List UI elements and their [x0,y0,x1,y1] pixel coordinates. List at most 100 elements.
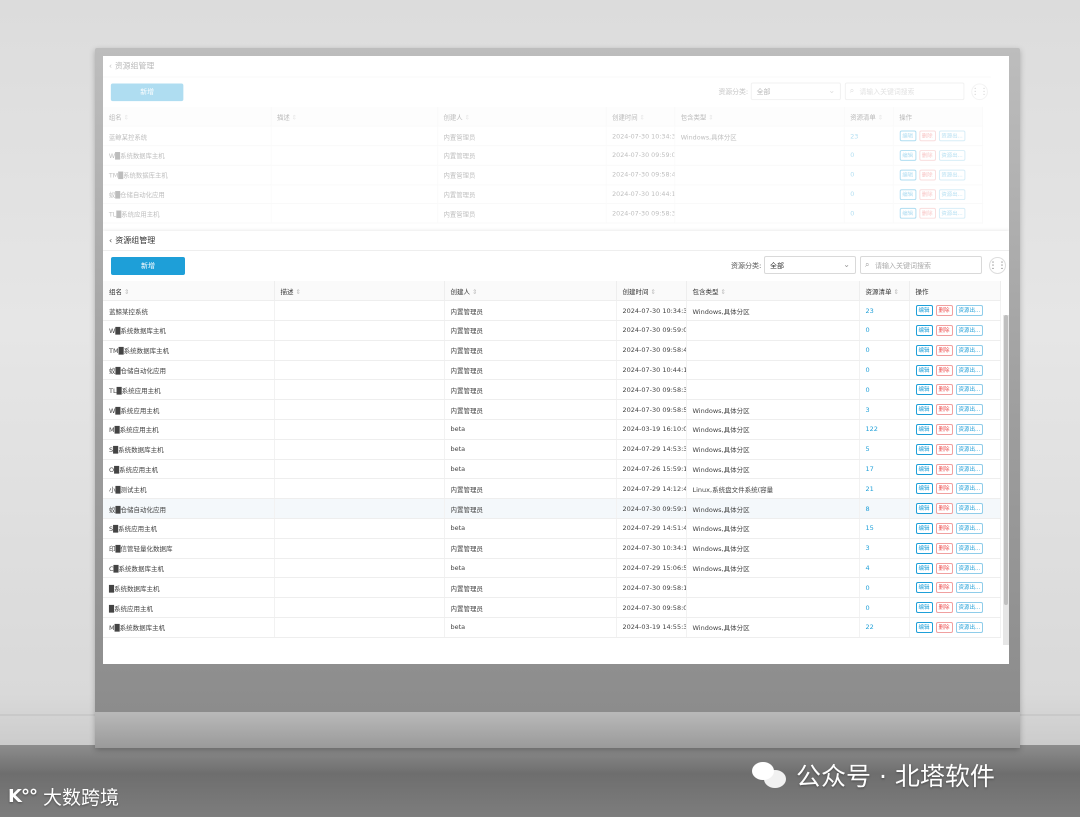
ghost-column-header[interactable]: 创建人 ⇕ [437,106,607,127]
scrollbar-thumb[interactable] [1004,315,1008,605]
edit-button[interactable]: 编辑 [915,602,933,614]
resource-list-button[interactable]: 资源出... [955,324,984,336]
edit-button[interactable]: 编辑 [915,582,933,594]
resource-list-button[interactable]: 资源出... [955,364,984,376]
edit-button[interactable]: 编辑 [915,483,933,495]
group-name: 小█测试主机 [103,478,275,500]
sort-icon[interactable]: ⇕ [721,288,726,296]
delete-button[interactable]: 删除 [935,324,953,336]
group-name: O█系统应用主机 [103,459,275,480]
delete-button[interactable]: 删除 [935,305,953,317]
actions-cell: 编辑 删除 资源出... [909,300,1001,322]
edit-button[interactable]: 编辑 [915,324,933,336]
actions-cell: 编辑 删除 资源出... [892,184,983,205]
created-time: 2024-07-30 09:58:57 [616,399,687,421]
edit-button[interactable]: 编辑 [915,463,933,475]
sort-icon[interactable]: ⇕ [296,288,301,296]
delete-button[interactable]: 删除 [935,602,953,614]
ghost-column-header[interactable]: 描述 ⇕ [270,106,438,127]
delete-button: 删除 [918,188,936,200]
delete-button[interactable]: 删除 [935,463,953,475]
edit-button[interactable]: 编辑 [915,305,933,317]
sort-icon[interactable]: ⇕ [465,113,470,121]
delete-button[interactable]: 删除 [935,562,953,574]
resource-list-button[interactable]: 资源出... [955,602,984,614]
description [274,617,445,638]
sort-icon[interactable]: ⇕ [894,288,899,296]
scrollbar[interactable] [1003,315,1009,645]
resource-list-button[interactable]: 资源出... [955,562,984,574]
created-time: 2024-07-30 09:58:05 [616,597,687,619]
creator: 内置管理员 [444,300,617,322]
ghost-column-header[interactable]: 组名 ⇕ [103,106,272,127]
included-type: Windows,具体分区 [686,459,860,480]
resource-list-button[interactable]: 资源出... [955,423,984,435]
resource-list-button[interactable]: 资源出... [955,384,984,396]
resource-list-button[interactable]: 资源出... [955,542,984,554]
back-chevron-icon[interactable]: ‹ [109,236,112,245]
resource-list-button[interactable]: 资源出... [955,621,984,633]
sort-icon[interactable]: ⇕ [124,113,129,121]
resource-list-button[interactable]: 资源出... [955,463,984,475]
sort-icon[interactable]: ⇕ [708,113,713,121]
column-settings-grid-icon[interactable]: ⋮⋮ [989,257,1007,274]
edit-button[interactable]: 编辑 [915,503,933,515]
delete-button[interactable]: 删除 [935,423,953,435]
add-button[interactable]: 新增 [111,257,185,275]
sort-icon[interactable]: ⇕ [124,288,129,296]
delete-button[interactable]: 删除 [935,542,953,554]
delete-button[interactable]: 删除 [935,582,953,594]
column-header[interactable]: 组名 ⇕ [103,281,275,302]
search-icon: ⌕ [865,260,870,269]
resource-list-button[interactable]: 资源出... [955,582,984,594]
resource-list-button[interactable]: 资源出... [955,344,984,356]
created-time: 2024-07-30 09:58:35 [616,379,687,401]
edit-button[interactable]: 编辑 [915,423,933,435]
delete-button[interactable]: 删除 [935,621,953,633]
column-header[interactable]: 创建时间 ⇕ [616,281,687,302]
included-type [674,165,845,186]
edit-button[interactable]: 编辑 [915,443,933,455]
delete-button[interactable]: 删除 [935,364,953,376]
edit-button[interactable]: 编辑 [915,404,933,416]
resource-list-button[interactable]: 资源出... [955,305,984,317]
table-row: 小█测试主机 内置管理员 2024-07-29 14:12:42 Linux,系统盘文… [103,478,1001,500]
edit-button[interactable]: 编辑 [915,384,933,396]
edit-button[interactable]: 编辑 [915,522,933,534]
edit-button[interactable]: 编辑 [915,364,933,376]
ghost-column-header[interactable]: 包含类型 ⇕ [674,106,845,127]
edit-button[interactable]: 编辑 [915,344,933,356]
sort-icon[interactable]: ⇕ [472,288,477,296]
created-time: 2024-07-30 10:34:38 [605,126,675,147]
edit-button[interactable]: 编辑 [915,562,933,574]
sort-icon[interactable]: ⇕ [878,113,883,121]
delete-button[interactable]: 删除 [935,404,953,416]
delete-button[interactable]: 删除 [935,344,953,356]
resource-list-button[interactable]: 资源出... [955,503,984,515]
delete-button[interactable]: 删除 [935,384,953,396]
search-input[interactable]: ⌕ 请输入关键词搜索 [860,256,982,274]
ghost-column-header[interactable]: 资源清单 ⇕ [843,106,894,127]
edit-button[interactable]: 编辑 [915,542,933,554]
resource-list-button[interactable]: 资源出... [955,443,984,455]
delete-button[interactable]: 删除 [935,443,953,455]
delete-button[interactable]: 删除 [935,503,953,515]
creator: beta [444,459,617,480]
delete-button[interactable]: 删除 [935,483,953,495]
sort-icon[interactable]: ⇕ [651,288,656,296]
column-header[interactable]: 资源清单 ⇕ [859,281,910,302]
column-header[interactable]: 描述 ⇕ [274,281,445,302]
resource-count: 23 [859,300,910,322]
sort-icon[interactable]: ⇕ [640,113,645,121]
resource-list-button[interactable]: 资源出... [955,522,984,534]
ghost-column-header[interactable]: 创建时间 ⇕ [605,106,675,127]
resource-list-button[interactable]: 资源出... [955,404,984,416]
watermark-right-text: 公众号 · 北塔软件 [796,762,995,791]
edit-button[interactable]: 编辑 [915,621,933,633]
column-header[interactable]: 创建人 ⇕ [444,281,617,302]
category-select[interactable]: 全部 ⌄ [764,256,856,274]
delete-button[interactable]: 删除 [935,522,953,534]
column-header[interactable]: 包含类型 ⇕ [686,281,860,302]
sort-icon[interactable]: ⇕ [292,113,297,121]
resource-list-button[interactable]: 资源出... [955,483,984,495]
